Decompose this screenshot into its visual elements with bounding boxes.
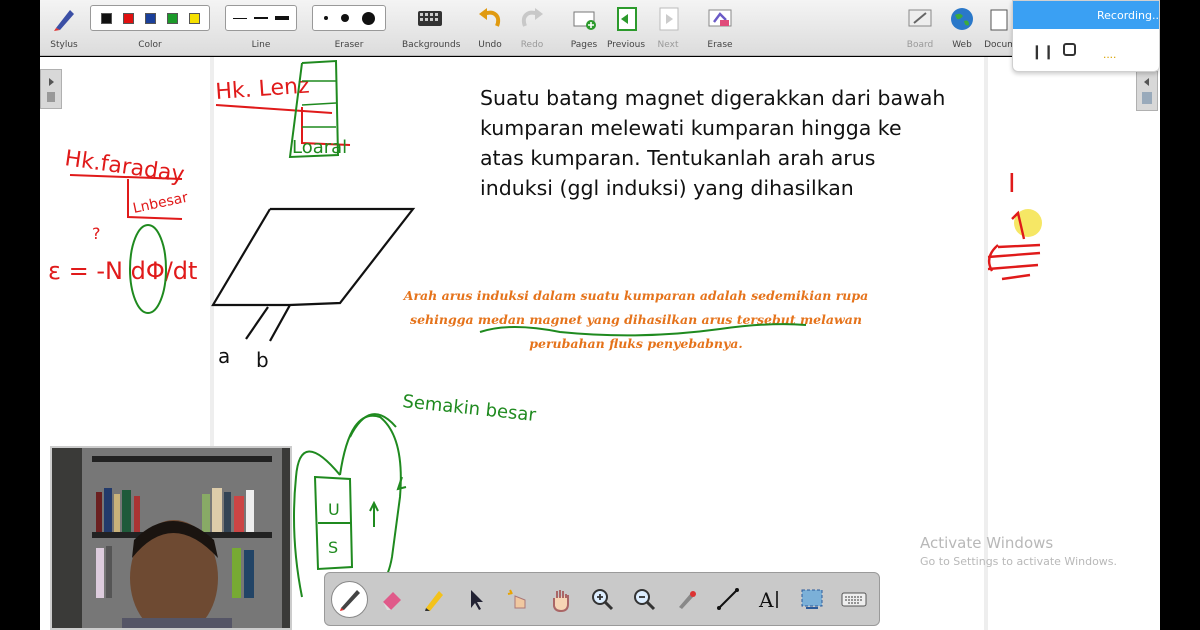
line-label-wrap: Line: [251, 40, 271, 50]
right-margin: [1160, 0, 1200, 630]
lenz-label: Hk. Lenz: [215, 73, 311, 105]
recording-status: Recording...: [1013, 1, 1163, 29]
pause-button[interactable]: ❙❙: [1031, 43, 1054, 60]
zoom-out-icon: [633, 589, 655, 611]
semakin-besar-label: Semakin besar: [401, 391, 537, 426]
emf-formula: ε = -N dΦ/dt: [48, 257, 197, 285]
next-page-icon: [659, 7, 679, 31]
eraser-tool-button[interactable]: [373, 581, 410, 618]
coil-drawing: [211, 207, 416, 342]
color-swatch-yellow[interactable]: [188, 12, 200, 24]
keyboard-button[interactable]: [835, 581, 872, 618]
presenter-video: [52, 448, 290, 628]
pages-button[interactable]: Pages: [566, 4, 602, 52]
screen-capture-icon: [801, 589, 822, 609]
color-label-wrap: Color: [138, 40, 162, 50]
pause-icon: ❙❙: [1031, 43, 1055, 59]
pen-tool-button[interactable]: [331, 580, 368, 618]
undo-icon: [479, 8, 501, 27]
line-tool-button[interactable]: [709, 581, 746, 618]
board-icon: [908, 9, 932, 27]
left-margin: [0, 0, 40, 630]
text-icon: A: [758, 588, 778, 612]
terminal-b-label: b: [256, 348, 269, 372]
terminal-a-label: a: [218, 344, 230, 368]
recording-widget: Recording... ❙❙ ....: [1012, 0, 1163, 72]
erase-all-button[interactable]: Erase: [700, 4, 740, 52]
undo-button[interactable]: Undo: [472, 4, 508, 52]
color-swatch-black[interactable]: [100, 12, 112, 24]
eraser-icon: [382, 592, 401, 610]
keyboard-icon: [841, 592, 866, 607]
previous-page-icon: [617, 7, 637, 31]
highlighter-icon: [424, 591, 443, 611]
activate-windows-watermark: Activate Windows Go to Settings to activ…: [920, 534, 1118, 568]
svg-text:?: ?: [92, 224, 101, 243]
laser-pointer-button[interactable]: [667, 581, 704, 618]
svg-text:A: A: [758, 588, 774, 612]
cursor-arrow-icon: [470, 590, 483, 610]
recording-progress: ....: [1103, 47, 1117, 61]
floating-toolbar: A: [324, 572, 880, 626]
highlighter-tool-button[interactable]: [415, 581, 452, 618]
web-button[interactable]: Web: [944, 4, 980, 52]
zoom-out-button[interactable]: [625, 581, 662, 618]
stylus-icon: [54, 10, 74, 31]
sparkle-hand-icon: [507, 589, 525, 609]
next-page-button[interactable]: Next: [650, 4, 686, 52]
hand-icon: [552, 590, 569, 612]
faraday-label: Hk.faraday: [63, 146, 186, 188]
stop-icon: [1063, 43, 1076, 56]
redo-button[interactable]: Redo: [514, 4, 550, 52]
main-toolbar: Stylus Color Line Eraser Backgrounds Und…: [40, 0, 1160, 56]
pen-icon: [339, 590, 360, 611]
documents-icon: [990, 9, 1008, 31]
magnet-s-label: S: [328, 538, 338, 557]
redo-icon: [521, 8, 543, 27]
zoom-in-icon: [591, 589, 613, 611]
eraser-label-wrap: Eraser: [334, 40, 364, 50]
stylus-tool[interactable]: Stylus: [44, 4, 84, 52]
current-label: I: [1008, 169, 1016, 199]
stop-button[interactable]: [1063, 43, 1076, 59]
webcam-overlay: [50, 446, 292, 630]
backgrounds-tool[interactable]: Backgrounds: [402, 4, 460, 52]
globe-icon: [951, 8, 973, 30]
laser-pointer-icon: [678, 591, 696, 609]
add-page-icon: [573, 11, 596, 30]
line-icon: [716, 588, 739, 610]
erase-all-icon: [708, 9, 732, 27]
besar-label: Lnbesar: [132, 190, 190, 217]
magic-pointer-button[interactable]: [499, 581, 536, 618]
lenz-sub-label: Loaral: [292, 137, 347, 158]
select-tool-button[interactable]: [457, 581, 494, 618]
eraser-small[interactable]: [323, 16, 328, 20]
screen-capture-button[interactable]: [793, 581, 830, 618]
board-button[interactable]: Board: [902, 4, 938, 52]
keyboard-grid-icon: [418, 11, 442, 26]
pan-tool-button[interactable]: [541, 581, 578, 618]
magnet-u-label: U: [328, 500, 340, 519]
text-tool-button[interactable]: A: [751, 581, 788, 618]
previous-page-button[interactable]: Previous: [606, 4, 646, 52]
zoom-in-button[interactable]: [583, 581, 620, 618]
